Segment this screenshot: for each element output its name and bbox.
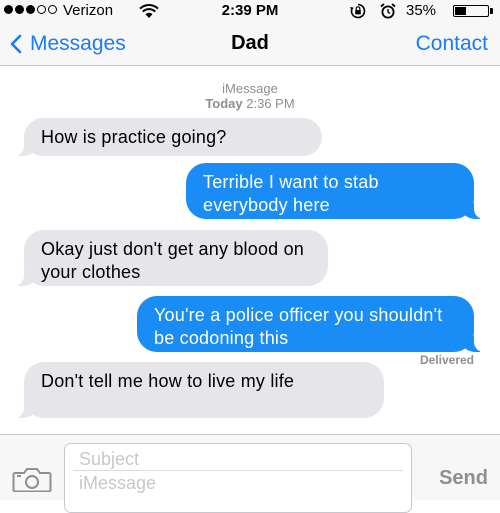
service-label: iMessage [222,81,278,96]
message-text: Okay just don't get any blood on your cl… [41,239,305,282]
field-divider [73,470,403,471]
battery-fill [455,7,466,15]
incoming-message-bubble[interactable]: How is practice going? [13,118,322,156]
outgoing-message-bubble[interactable]: You're a police officer you shouldn't be… [137,296,485,352]
outgoing-message-bubble[interactable]: Terrible I want to stab everybody here [186,163,485,219]
message-input[interactable]: iMessage [79,473,399,494]
rotation-lock-icon [350,3,366,19]
compose-bar: Subject iMessage Send [0,434,500,513]
send-button[interactable]: Send [439,467,488,490]
message-text: Terrible I want to stab everybody here [203,172,379,215]
message-text: Don't tell me how to live my life [41,371,295,391]
contact-button[interactable]: Contact [416,32,488,56]
status-bar: Verizon 2:39 PM 35% [0,0,500,22]
thread-time: 2:36 PM [246,96,295,111]
navigation-bar: Messages Dad Contact [0,22,500,66]
battery-icon [453,5,489,17]
delivered-status: Delivered [419,353,474,367]
alarm-icon [380,3,396,19]
incoming-message-bubble[interactable]: Okay just don't get any blood on your cl… [13,230,328,286]
camera-icon[interactable] [12,466,52,492]
thread-day: Today [205,96,243,111]
battery-tip [490,8,493,14]
thread-timestamp: Today 2:36 PM [0,96,500,111]
back-label: Messages [30,32,126,55]
subject-input[interactable]: Subject [79,449,399,470]
message-text: You're a police officer you shouldn't be… [154,305,443,348]
battery-percent: 35% [406,2,437,19]
message-text: How is practice going? [41,127,227,147]
chevron-left-icon [10,34,22,54]
thread-header: iMessage Today 2:36 PM [0,81,500,111]
incoming-message-bubble[interactable]: Don't tell me how to live my life [13,362,384,418]
back-to-messages-button[interactable]: Messages [10,29,126,59]
compose-field: Subject iMessage [64,443,412,513]
